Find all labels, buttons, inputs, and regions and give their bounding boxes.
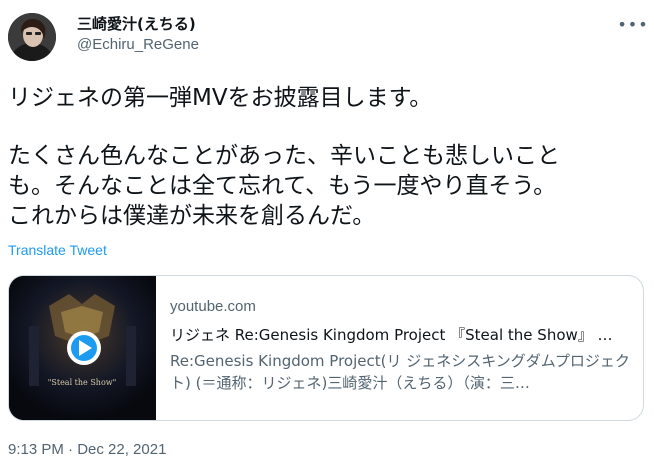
card-title: リジェネ Re:Genesis Kingdom Project 『Steal t…	[170, 326, 613, 344]
author-display-name[interactable]: 三崎愛汁(えちる)	[77, 13, 196, 34]
tweet-line: も。そんなことは全て忘れて、もう一度やり直そう。	[8, 173, 557, 199]
more-horizontal-icon: •••	[617, 14, 649, 34]
tweet-line: たくさん色んなことがあった、辛いことも悲しいこと	[8, 143, 560, 169]
video-thumbnail[interactable]: "Steal the Show"	[9, 276, 156, 420]
card-description: Re:Genesis Kingdom Project(リ ジェネシスキングダムプ…	[170, 352, 630, 392]
tweet-line: これからは僕達が未来を創るんだ。	[8, 203, 376, 229]
card-info[interactable]: youtube.com リジェネ Re:Genesis Kingdom Proj…	[170, 298, 638, 394]
tweet-timestamp[interactable]: 9:13 PM · Dec 22, 2021	[8, 441, 166, 458]
tweet-line: リジェネの第一弾MVをお披露目します。	[8, 85, 433, 111]
link-preview-card[interactable]: "Steal the Show" youtube.com リジェネ Re:Gen…	[8, 275, 644, 421]
more-options-button[interactable]: •••	[617, 12, 649, 36]
translate-tweet-link[interactable]: Translate Tweet	[8, 242, 107, 258]
user-avatar-icon	[8, 13, 56, 61]
avatar[interactable]	[8, 13, 56, 61]
author-handle[interactable]: @Echiru_ReGene	[77, 36, 199, 53]
tweet-text: リジェネの第一弾MVをお披露目します。 たくさん色んなことがあった、辛いことも悲…	[8, 83, 648, 231]
thumbnail-caption: "Steal the Show"	[48, 378, 117, 387]
card-domain: youtube.com	[170, 298, 256, 315]
